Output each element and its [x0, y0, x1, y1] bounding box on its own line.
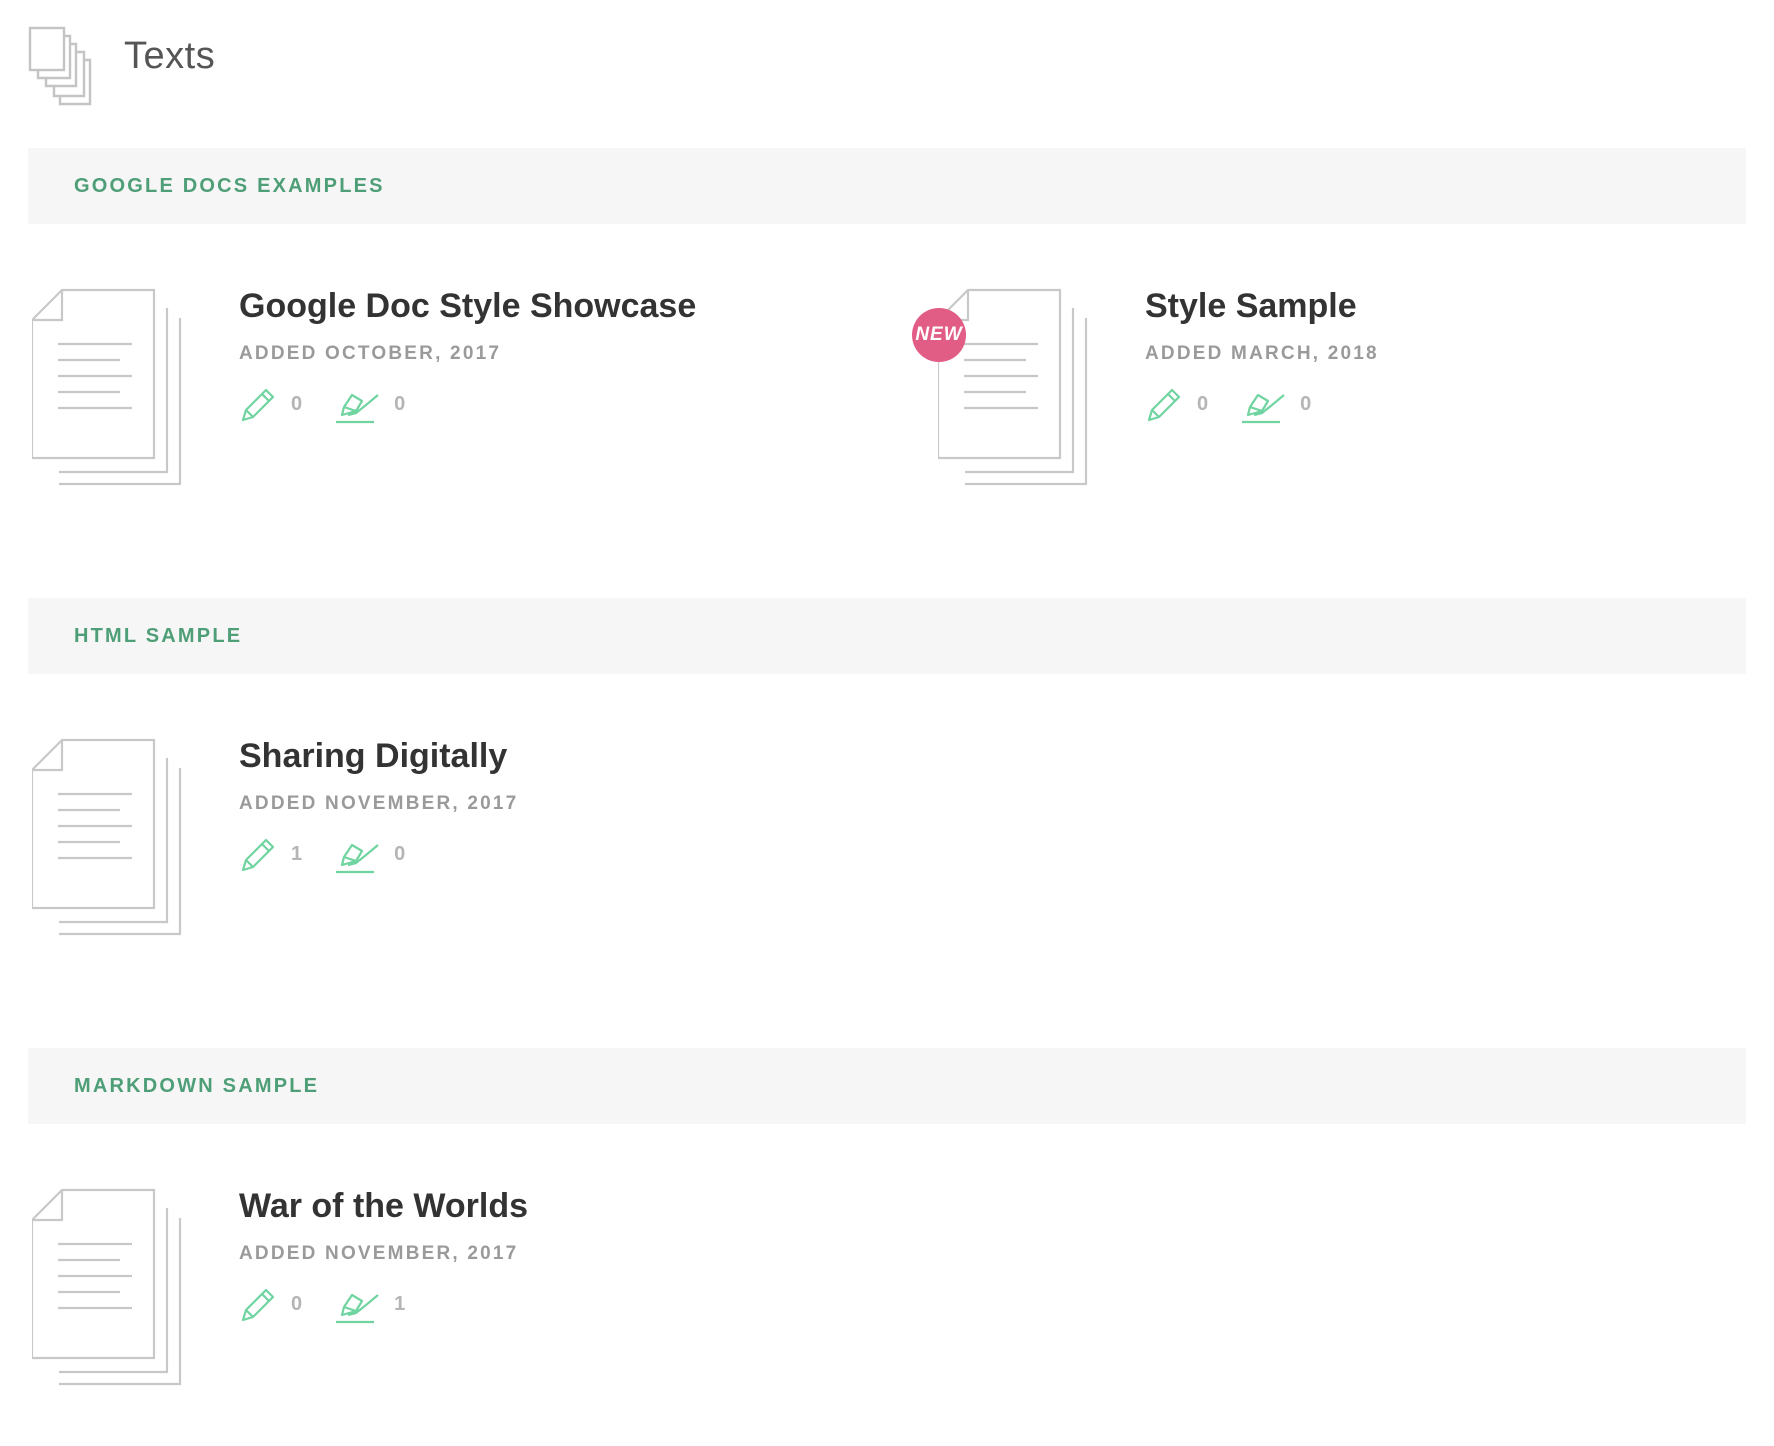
page-title: Texts [124, 34, 216, 77]
document-thumbnail[interactable] [32, 286, 186, 486]
item-stats: 0 0 [1145, 385, 1379, 425]
text-item[interactable]: Sharing Digitally ADDED NOVEMBER, 2017 1 [28, 736, 828, 946]
edits-count: 1 [291, 843, 303, 866]
item-details: Sharing Digitally ADDED NOVEMBER, 2017 1 [239, 736, 518, 875]
highlights-stat[interactable]: 1 [334, 1285, 405, 1325]
section-title: MARKDOWN SAMPLE [74, 1074, 320, 1097]
document-thumbnail[interactable] [32, 736, 186, 936]
item-list: War of the Worlds ADDED NOVEMBER, 2017 0 [28, 1124, 1746, 1424]
item-title-link[interactable]: Sharing Digitally [239, 736, 518, 777]
item-date: ADDED MARCH, 2018 [1145, 342, 1379, 364]
section-markdown-sample: MARKDOWN SAMPLE War of the Worlds ADDED … [28, 1048, 1746, 1424]
highlights-stat[interactable]: 0 [334, 835, 405, 875]
highlights-count: 0 [394, 843, 406, 866]
item-date: ADDED NOVEMBER, 2017 [239, 1242, 519, 1264]
section-html-sample: HTML SAMPLE Sharing Digitally ADDED NOVE… [28, 598, 1746, 974]
document-stack-icon [32, 1188, 182, 1386]
highlights-stat[interactable]: 0 [1240, 385, 1311, 425]
pencil-icon [241, 1288, 275, 1321]
item-details: War of the Worlds ADDED NOVEMBER, 2017 0 [239, 1186, 528, 1325]
edits-stat[interactable]: 0 [239, 386, 302, 424]
item-stats: 0 0 [239, 385, 696, 425]
document-thumbnail[interactable] [32, 1186, 186, 1386]
pencil-icon [241, 388, 275, 421]
highlighter-icon [1242, 393, 1285, 423]
edits-stat[interactable]: 0 [1145, 386, 1208, 424]
section-title: GOOGLE DOCS EXAMPLES [74, 174, 385, 197]
edits-count: 0 [1197, 393, 1209, 416]
document-stack-icon [32, 288, 182, 486]
section-title: HTML SAMPLE [74, 624, 243, 647]
highlighter-icon [336, 843, 379, 873]
item-stats: 0 1 [239, 1285, 528, 1325]
pencil-icon [241, 838, 275, 871]
item-title-link[interactable]: War of the Worlds [239, 1186, 528, 1227]
highlights-stat[interactable]: 0 [334, 385, 405, 425]
item-list: Google Doc Style Showcase ADDED OCTOBER,… [28, 224, 1746, 524]
text-item[interactable]: War of the Worlds ADDED NOVEMBER, 2017 0 [28, 1186, 828, 1396]
item-stats: 1 0 [239, 835, 518, 875]
document-thumbnail[interactable]: NEW [912, 286, 1092, 486]
item-title-link[interactable]: Style Sample [1145, 286, 1379, 327]
page-header: Texts [28, 26, 215, 106]
highlights-count: 0 [1300, 393, 1312, 416]
document-stack-icon [32, 738, 182, 936]
stacked-documents-icon [28, 26, 92, 106]
section-google-docs-examples: GOOGLE DOCS EXAMPLES Google Doc Style Sh… [28, 148, 1746, 524]
text-item[interactable]: NEW Style Sample ADDED MARCH, 2018 0 0 [912, 286, 1734, 496]
texts-page: Texts GOOGLE DOCS EXAMPLES Google Doc St… [0, 0, 1774, 1446]
item-date: ADDED OCTOBER, 2017 [239, 342, 502, 364]
item-details: Style Sample ADDED MARCH, 2018 0 0 [1145, 286, 1379, 425]
highlighter-icon [336, 1293, 379, 1323]
section-header: HTML SAMPLE [28, 598, 1746, 674]
highlights-count: 1 [394, 1293, 406, 1316]
new-badge: NEW [912, 308, 966, 362]
highlighter-icon [336, 393, 379, 423]
section-header: MARKDOWN SAMPLE [28, 1048, 1746, 1124]
edits-count: 0 [291, 393, 303, 416]
text-item[interactable]: Google Doc Style Showcase ADDED OCTOBER,… [28, 286, 828, 496]
document-stack-icon [938, 288, 1088, 486]
edits-count: 0 [291, 1293, 303, 1316]
item-date: ADDED NOVEMBER, 2017 [239, 792, 519, 814]
item-list: Sharing Digitally ADDED NOVEMBER, 2017 1 [28, 674, 1746, 974]
section-header: GOOGLE DOCS EXAMPLES [28, 148, 1746, 224]
highlights-count: 0 [394, 393, 406, 416]
edits-stat[interactable]: 1 [239, 836, 302, 874]
edits-stat[interactable]: 0 [239, 1286, 302, 1324]
pencil-icon [1147, 388, 1181, 421]
item-title-link[interactable]: Google Doc Style Showcase [239, 286, 696, 327]
item-details: Google Doc Style Showcase ADDED OCTOBER,… [239, 286, 696, 425]
